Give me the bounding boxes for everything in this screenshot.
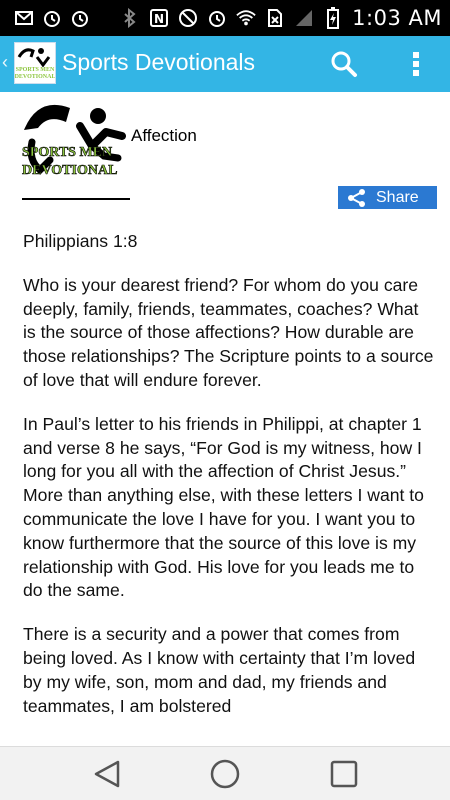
mute-icon xyxy=(178,8,198,28)
recents-square-icon xyxy=(330,760,358,788)
search-button[interactable] xyxy=(326,46,362,82)
svg-text:N: N xyxy=(154,12,164,26)
more-vert-icon xyxy=(413,52,419,76)
status-time: 1:03 AM xyxy=(352,6,442,30)
share-icon xyxy=(348,188,365,207)
share-label: Share xyxy=(376,188,419,206)
logo-divider xyxy=(22,198,130,200)
alarm-icon xyxy=(207,8,227,28)
devotional-article: Philippians 1:8 Who is your dearest frie… xyxy=(23,230,435,738)
alarm-clock-icon xyxy=(42,8,62,28)
article-paragraph: Who is your dearest friend? For whom do … xyxy=(23,274,434,390)
bluetooth-icon xyxy=(120,8,140,28)
status-right-icons: N 1:03 AM xyxy=(120,0,442,36)
nfc-icon: N xyxy=(149,8,169,28)
email-icon xyxy=(14,8,34,28)
search-icon xyxy=(331,51,357,77)
devotional-title: Affection xyxy=(131,126,197,145)
no-sim-icon xyxy=(265,8,285,28)
app-logo[interactable]: SPORTS MEN DEVOTIONAL xyxy=(14,42,56,84)
article-paragraph: In Paul’s letter to his friends in Phili… xyxy=(23,413,424,601)
overflow-menu-button[interactable] xyxy=(398,46,434,82)
signal-icon xyxy=(294,8,314,28)
logo-line1: SPORTS MEN xyxy=(22,145,112,160)
up-caret-icon[interactable]: ‹ xyxy=(2,52,8,73)
svg-text:SPORTS MEN: SPORTS MEN xyxy=(16,67,55,73)
alarm-clock-icon xyxy=(70,8,90,28)
status-left-icons xyxy=(14,0,90,36)
battery-charging-icon xyxy=(323,7,343,29)
logo-line2: DEVOTIONAL xyxy=(22,163,117,178)
wifi-icon xyxy=(236,8,256,28)
back-triangle-icon xyxy=(94,760,120,788)
share-button[interactable]: Share xyxy=(338,186,437,209)
app-title: Sports Devotionals xyxy=(62,49,256,75)
sports-men-devotional-logo: SPORTS MEN DEVOTIONAL xyxy=(18,98,138,206)
nav-recents-button[interactable] xyxy=(324,757,364,791)
article-paragraph: There is a security and a power that com… xyxy=(23,624,416,716)
home-circle-icon xyxy=(210,759,240,789)
status-bar: N 1:03 AM xyxy=(0,0,450,36)
devotional-content[interactable]: SPORTS MEN DEVOTIONAL Affection Share Ph… xyxy=(0,92,450,746)
nav-back-button[interactable] xyxy=(87,757,127,791)
scripture-reference: Philippians 1:8 xyxy=(23,231,138,251)
svg-text:DEVOTIONAL: DEVOTIONAL xyxy=(15,74,55,80)
navigation-bar xyxy=(0,746,450,800)
app-bar: ‹ SPORTS MEN DEVOTIONAL Sports Devotiona… xyxy=(0,36,450,92)
nav-home-button[interactable] xyxy=(205,757,245,791)
